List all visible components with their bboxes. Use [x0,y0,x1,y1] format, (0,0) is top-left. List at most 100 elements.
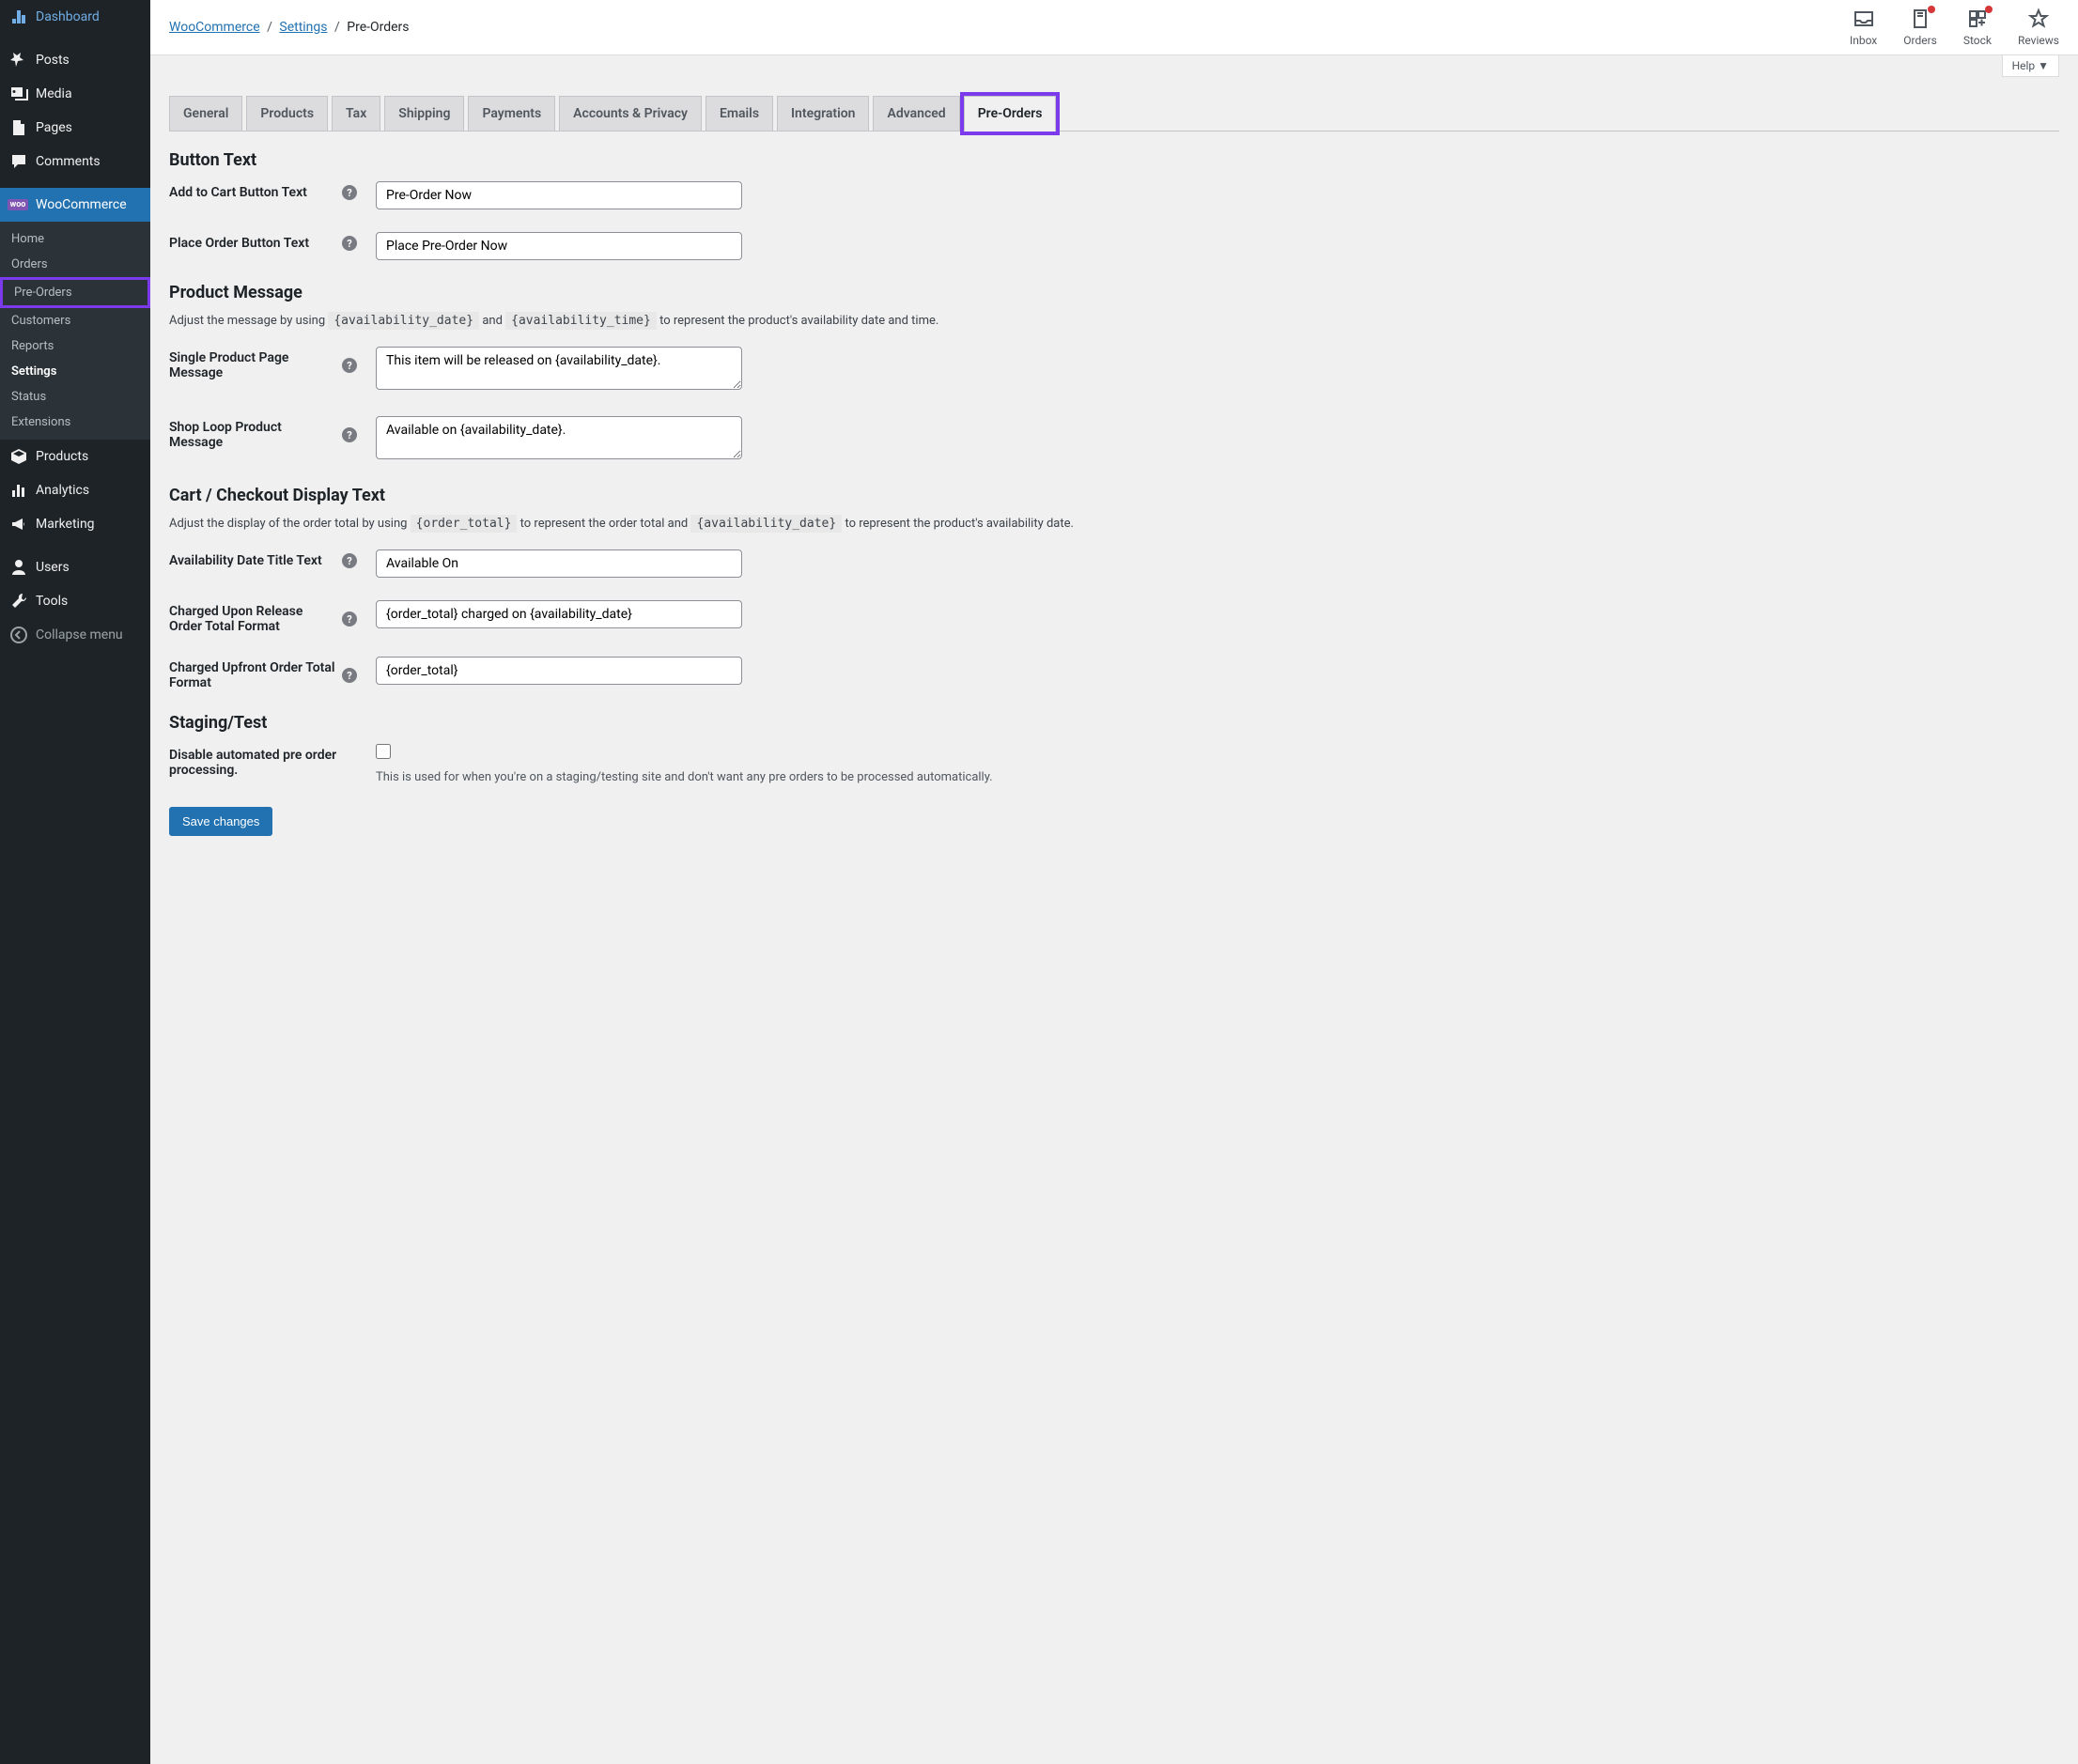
single-product-message-input[interactable]: This item will be released on {availabil… [376,347,742,390]
sidebar-item-label: Tools [36,594,68,609]
megaphone-icon [9,515,28,534]
user-icon [9,558,28,577]
sidebar-collapse[interactable]: Collapse menu [0,618,150,652]
sidebar-sub-reports[interactable]: Reports [0,333,150,359]
sidebar-sub-preorders[interactable]: Pre-Orders [0,277,150,308]
save-changes-button[interactable]: Save changes [169,807,272,836]
page-icon [9,118,28,137]
help-icon[interactable]: ? [342,427,357,442]
tab-integration[interactable]: Integration [777,96,869,131]
sidebar-sub-extensions[interactable]: Extensions [0,410,150,435]
help-icon[interactable]: ? [342,236,357,251]
top-action-orders[interactable]: Orders [1903,8,1937,47]
tab-payments[interactable]: Payments [468,96,555,131]
top-action-label: Inbox [1850,34,1877,47]
section-title-cart-checkout: Cart / Checkout Display Text [169,486,2059,505]
tab-shipping[interactable]: Shipping [384,96,464,131]
settings-tabs: General Products Tax Shipping Payments A… [169,96,2059,132]
field-label: Disable automated pre order processing. [169,748,357,778]
form-row-shop-loop: Shop Loop Product Message ? Available on… [169,416,2059,463]
section-title-button-text: Button Text [169,150,2059,170]
tab-tax[interactable]: Tax [332,96,380,131]
tab-advanced[interactable]: Advanced [873,96,959,131]
comment-icon [9,152,28,171]
sidebar-sub-home[interactable]: Home [0,226,150,252]
sidebar-sub-status[interactable]: Status [0,384,150,410]
section-title-product-message: Product Message [169,283,2059,302]
notification-dot-icon [1928,6,1935,13]
disable-processing-checkbox[interactable] [376,744,391,759]
field-label: Add to Cart Button Text [169,185,307,200]
availability-title-input[interactable] [376,549,742,578]
field-label: Charged Upfront Order Total Format [169,660,336,690]
add-to-cart-text-input[interactable] [376,181,742,209]
placeholder-code: {availability_time} [505,312,657,330]
charged-upfront-input[interactable] [376,657,742,685]
sidebar-item-woocommerce[interactable]: woo WooCommerce [0,188,150,222]
top-header: WooCommerce / Settings / Pre-Orders Inbo… [150,0,2078,55]
sidebar-item-label: Pages [36,120,72,135]
tab-accounts-privacy[interactable]: Accounts & Privacy [559,96,702,131]
sidebar-item-products[interactable]: Products [0,440,150,473]
sidebar-item-media[interactable]: Media [0,77,150,111]
sidebar-item-posts[interactable]: Posts [0,43,150,77]
breadcrumb-current: Pre-Orders [347,20,409,35]
field-description: This is used for when you're on a stagin… [376,770,2059,784]
help-icon[interactable]: ? [342,668,357,683]
breadcrumb-settings[interactable]: Settings [279,20,327,35]
sidebar-item-tools[interactable]: Tools [0,584,150,618]
place-order-text-input[interactable] [376,232,742,260]
top-action-reviews[interactable]: Reviews [2018,8,2059,47]
sidebar-item-pages[interactable]: Pages [0,111,150,145]
sidebar-item-label: Products [36,449,88,464]
sidebar-item-analytics[interactable]: Analytics [0,473,150,507]
pin-icon [9,51,28,70]
breadcrumb-separator: / [334,20,340,35]
sidebar-item-label: Collapse menu [36,627,123,642]
wrench-icon [9,592,28,611]
form-row-avail-title: Availability Date Title Text ? [169,549,2059,578]
sidebar-item-label: Comments [36,154,101,169]
placeholder-code: {order_total} [411,515,518,533]
box-icon [9,447,28,466]
tab-preorders[interactable]: Pre-Orders [964,96,1057,132]
top-action-stock[interactable]: Stock [1963,8,1992,47]
breadcrumb-woocommerce[interactable]: WooCommerce [169,20,260,35]
help-icon[interactable]: ? [342,611,357,627]
woo-icon: woo [9,195,28,214]
field-label: Charged Upon Release Order Total Format [169,604,336,634]
help-icon[interactable]: ? [342,553,357,568]
placeholder-code: {availability_date} [690,515,842,533]
field-label: Availability Date Title Text [169,553,322,568]
sidebar-item-dashboard[interactable]: Dashboard [0,0,150,34]
sidebar-sub-orders[interactable]: Orders [0,252,150,277]
inbox-icon [1853,8,1875,30]
tab-products[interactable]: Products [246,96,328,131]
field-label: Single Product Page Message [169,350,336,380]
admin-sidebar: Dashboard Posts Media Pages Comments woo… [0,0,150,1764]
field-label: Shop Loop Product Message [169,420,336,450]
form-row-charged-upfront: Charged Upfront Order Total Format ? [169,657,2059,690]
sidebar-sub-settings[interactable]: Settings [0,359,150,384]
tab-general[interactable]: General [169,96,242,131]
tab-emails[interactable]: Emails [706,96,773,131]
sidebar-item-marketing[interactable]: Marketing [0,507,150,541]
notification-dot-icon [1985,6,1993,13]
top-action-inbox[interactable]: Inbox [1850,8,1877,47]
help-icon[interactable]: ? [342,358,357,373]
section-desc-cart-checkout: Adjust the display of the order total by… [169,517,2059,531]
charged-release-input[interactable] [376,600,742,628]
form-row-single-product: Single Product Page Message ? This item … [169,347,2059,394]
top-action-label: Orders [1903,34,1937,47]
sidebar-item-comments[interactable]: Comments [0,145,150,178]
sidebar-item-users[interactable]: Users [0,550,150,584]
help-tab[interactable]: Help ▼ [2002,55,2059,77]
sidebar-sub-customers[interactable]: Customers [0,308,150,333]
help-icon[interactable]: ? [342,185,357,200]
sidebar-item-label: Dashboard [36,9,100,24]
chart-icon [9,481,28,500]
sidebar-item-label: Marketing [36,517,95,532]
section-title-staging: Staging/Test [169,713,2059,733]
top-action-label: Stock [1963,34,1992,47]
shop-loop-message-input[interactable]: Available on {availability_date}. [376,416,742,459]
